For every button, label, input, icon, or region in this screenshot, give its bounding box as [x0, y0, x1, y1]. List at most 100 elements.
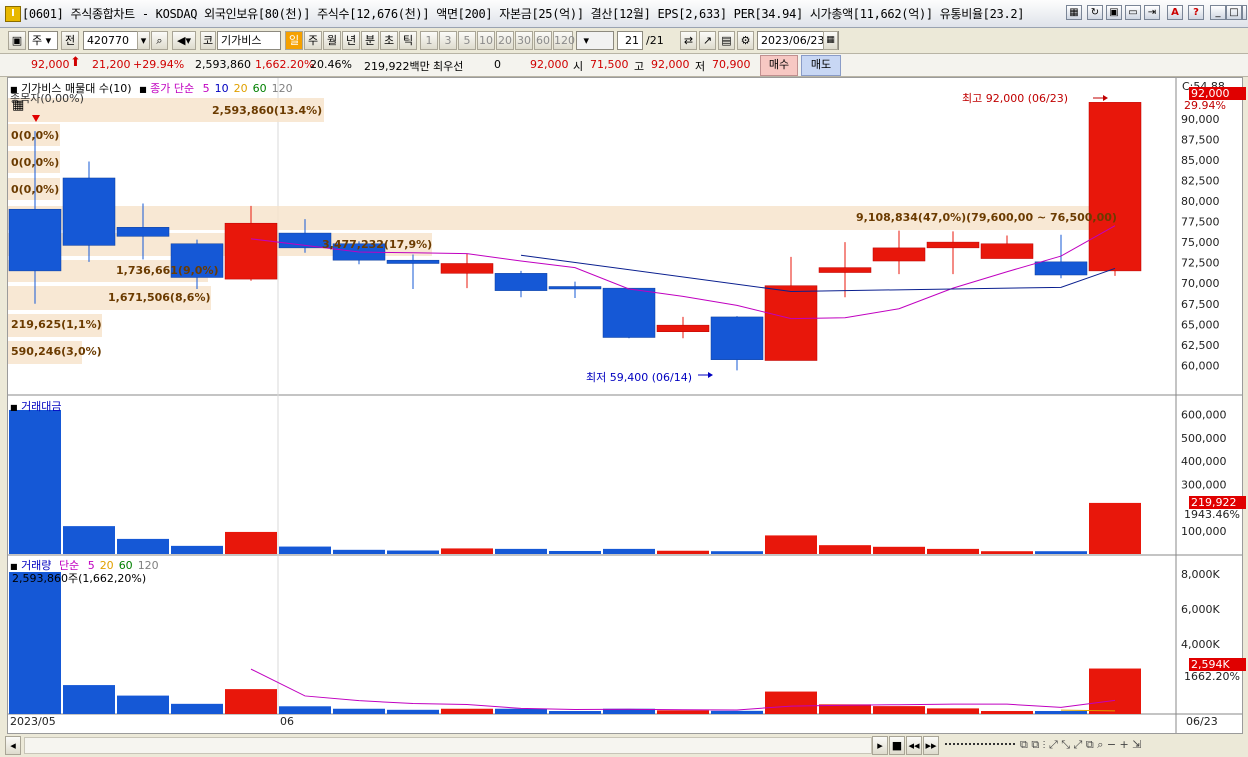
- price-tick-8: 70,000: [1181, 277, 1220, 290]
- candle-body-2: [116, 227, 170, 237]
- candle-body-13: [710, 316, 764, 360]
- count-total: /21: [646, 34, 664, 47]
- link-icon[interactable]: ▦: [1066, 5, 1082, 20]
- x-label-mid: 06: [280, 715, 294, 728]
- interval-button-4[interactable]: 20: [496, 31, 514, 50]
- stock-name[interactable]: 기가비스: [217, 31, 281, 50]
- volume-note: 2,593,860주(1,662,20%): [12, 572, 147, 585]
- tool-icon[interactable]: ⇄: [680, 31, 697, 50]
- candle-body-4: [224, 222, 278, 280]
- candle-body-9: [494, 273, 548, 291]
- amount-bar-5: [279, 546, 331, 554]
- calendar-icon[interactable]: ▦: [823, 31, 838, 50]
- blank-select[interactable]: ▾: [576, 31, 614, 50]
- grid-icon[interactable]: ▦: [12, 98, 24, 113]
- stop-icon[interactable]: ■: [889, 736, 905, 755]
- tile-icon[interactable]: ▭: [1125, 5, 1141, 20]
- candle-body-10: [548, 286, 602, 290]
- count-input[interactable]: 21: [617, 31, 643, 50]
- interval-button-1[interactable]: 3: [439, 31, 457, 50]
- candle-body-11: [602, 287, 656, 338]
- period-tab-1[interactable]: 주: [304, 31, 322, 50]
- candle-body-18: [980, 243, 1034, 259]
- period-tab-2[interactable]: 월: [323, 31, 341, 50]
- chart-icon[interactable]: ↗: [699, 31, 716, 50]
- speaker-icon[interactable]: ◀▾: [172, 31, 196, 50]
- price-tick-9: 67,500: [1181, 298, 1220, 311]
- volume-value: 2,593,860: [195, 58, 251, 71]
- candle-body-15: [818, 267, 872, 273]
- amount-bar-7: [387, 550, 439, 554]
- price-tick-0: 90,000: [1181, 113, 1220, 126]
- volume-bar-4: [225, 689, 277, 714]
- interval-button-6[interactable]: 60: [534, 31, 552, 50]
- chart-area[interactable]: 90,000 87,500 85,000 82,500 80,000 77,500 75,0…: [7, 77, 1246, 734]
- interval-button-2[interactable]: 5: [458, 31, 476, 50]
- low-value: 70,900: [712, 58, 751, 71]
- interval-button-3[interactable]: 10: [477, 31, 495, 50]
- low-arrowhead-icon: [708, 372, 713, 378]
- sync-icon[interactable]: ↻: [1087, 5, 1103, 20]
- ask-value: 92,000: [530, 58, 569, 71]
- interval-button-0[interactable]: 1: [420, 31, 438, 50]
- period-tab-6[interactable]: 틱: [399, 31, 417, 50]
- rewind-icon[interactable]: ◂◂: [906, 736, 922, 755]
- play-icon[interactable]: ▸: [872, 736, 888, 755]
- candle-body-17: [926, 241, 980, 249]
- search-icon[interactable]: ⌕: [151, 31, 168, 50]
- amount-bar-2: [117, 538, 169, 554]
- close-button[interactable]: [1242, 5, 1247, 20]
- candle-body-19: [1034, 261, 1088, 276]
- low-note: 최저 59,400 (06/14): [586, 371, 693, 384]
- minimize-button[interactable]: _: [1210, 5, 1226, 20]
- sell-button[interactable]: 매도: [801, 55, 841, 76]
- lock-icon[interactable]: ▣: [8, 31, 26, 50]
- volume-bar-14: [765, 691, 817, 714]
- period-tab-3[interactable]: 년: [342, 31, 360, 50]
- scroll-left-icon[interactable]: ◂: [5, 736, 21, 755]
- price-tick-1: 87,500: [1181, 133, 1220, 146]
- period-tab-4[interactable]: 분: [361, 31, 379, 50]
- ma-period-0: 5: [202, 82, 210, 95]
- volume-profile-label-1: 0(0,0%): [11, 129, 59, 142]
- period-tab-5[interactable]: 초: [380, 31, 398, 50]
- volume-bar-10: [549, 711, 601, 714]
- volume-ma20-line: [1060, 709, 1116, 712]
- save-icon[interactable]: ▤: [718, 31, 735, 50]
- code-dropdown-icon[interactable]: ▾: [137, 31, 150, 50]
- volume-profile-label-7: 1,671,506(8,6%): [108, 291, 211, 304]
- candle-body-8: [440, 263, 494, 274]
- chart-canvas[interactable]: 90,000 87,500 85,000 82,500 80,000 77,500 75,0…: [8, 78, 1242, 733]
- amount-bar-20: [1089, 502, 1141, 554]
- gear-icon[interactable]: ⚙: [737, 31, 754, 50]
- current-price: 92,000: [31, 58, 70, 71]
- volume-profile-label-0: 2,593,860(13.4%): [212, 104, 322, 117]
- help-icon[interactable]: ?: [1188, 5, 1204, 20]
- volume-tick-2: 4,000K: [1181, 638, 1220, 651]
- amount-bar-0: [9, 409, 61, 554]
- window-icon[interactable]: ▣: [1106, 5, 1122, 20]
- status-tools[interactable]: ⧉ ⧉ ⫶ ⤢ ⤡ ⤢ ⧉ ⌕ − + ⇲: [1020, 738, 1142, 752]
- amount-panel-header: ■ 거래대금: [10, 400, 62, 413]
- buy-button[interactable]: 매수: [760, 55, 798, 76]
- prev-button[interactable]: 전: [61, 31, 79, 50]
- interval-button-5[interactable]: 30: [515, 31, 533, 50]
- market-label: 코: [200, 31, 216, 50]
- amount-bar-13: [711, 551, 763, 554]
- x-label-end: 06/23: [1186, 715, 1218, 728]
- amount-bar-11: [603, 548, 655, 554]
- forward-icon[interactable]: ▸▸: [923, 736, 939, 755]
- font-icon[interactable]: A: [1167, 5, 1183, 20]
- high-arrowhead-icon: [1103, 95, 1108, 101]
- period-tab-0[interactable]: 일: [285, 31, 303, 50]
- scrollbar[interactable]: [24, 737, 872, 754]
- volume-tick-0: 8,000K: [1181, 568, 1220, 581]
- ma-label: 종가 단순: [150, 82, 195, 95]
- interval-button-7[interactable]: 120: [553, 31, 575, 50]
- pin-icon[interactable]: ⇥: [1144, 5, 1160, 20]
- maximize-button[interactable]: □: [1226, 5, 1242, 20]
- type-select[interactable]: 주 ▾: [28, 31, 58, 50]
- amount-bar-6: [333, 549, 385, 554]
- zoom-slider[interactable]: [945, 743, 1015, 745]
- candle-body-16: [872, 247, 926, 262]
